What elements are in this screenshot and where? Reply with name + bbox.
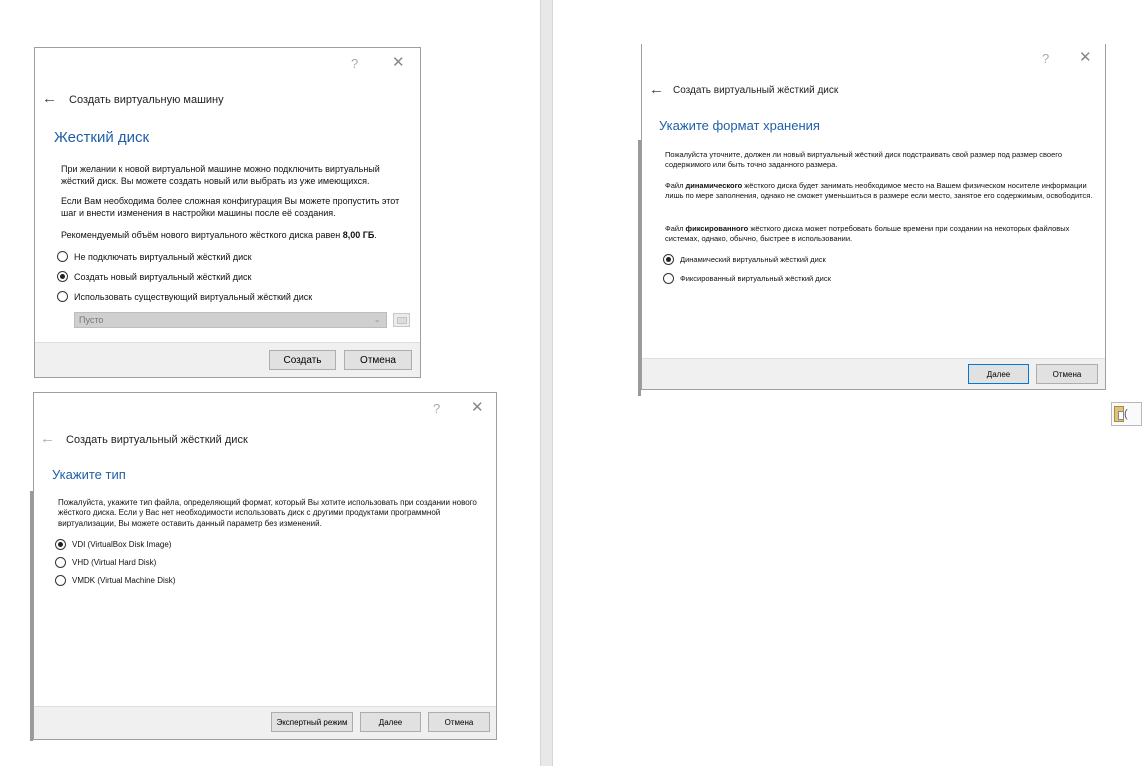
page-heading: Укажите формат хранения (659, 118, 820, 133)
radio-indicator (663, 273, 674, 284)
page-heading: Жесткий диск (54, 129, 150, 146)
cancel-button[interactable]: Отмена (428, 712, 490, 732)
wizard-title: Создать виртуальный жёсткий диск (673, 85, 839, 96)
paste-options-label: ( (1124, 408, 1128, 420)
back-arrow-icon[interactable]: ← (649, 81, 664, 98)
format-intro: Пожалуйста уточните, должен ли новый вир… (665, 150, 1062, 169)
expert-mode-button[interactable]: Экспертный режим (271, 712, 353, 732)
close-icon[interactable]: ✕ (1079, 48, 1092, 66)
wizard-title: Создать виртуальный жёсткий диск (66, 434, 248, 446)
radio-indicator (57, 251, 68, 262)
wizard-title: Создать виртуальную машину (69, 94, 224, 106)
choose-disk-folder-icon[interactable] (393, 313, 410, 327)
radio-vhd[interactable]: VHD (Virtual Hard Disk) (55, 557, 156, 568)
radio-indicator (55, 539, 66, 550)
radio-indicator (57, 271, 68, 282)
intro-paragraph: При желании к новой виртуальной машине м… (61, 164, 380, 186)
existing-disk-combobox[interactable]: Пусто ⌄ (74, 312, 387, 328)
radio-no-disk[interactable]: Не подключать виртуальный жёсткий диск (57, 251, 252, 262)
dialog-footer: Экспертный режим Далее Отмена (34, 706, 496, 739)
radio-fixed[interactable]: Фиксированный виртуальный жёсткий диск (663, 273, 831, 284)
fixed-description: Файл фиксированного жёсткого диска может… (665, 224, 1070, 243)
paste-options-widget[interactable]: ( (1111, 402, 1142, 426)
clipboard-icon (1114, 406, 1124, 422)
chevron-down-icon: ⌄ (373, 314, 381, 324)
dialog-footer: Далее Отмена (642, 358, 1105, 389)
back-arrow-icon[interactable]: ← (42, 90, 57, 107)
help-icon[interactable]: ? (433, 401, 440, 416)
radio-dynamic[interactable]: Динамический виртуальный жёсткий диск (663, 254, 826, 265)
next-button[interactable]: Далее (360, 712, 421, 732)
close-icon[interactable]: ✕ (392, 53, 405, 71)
config-paragraph: Если Вам необходима более сложная конфиг… (61, 196, 400, 218)
radio-indicator (663, 254, 674, 265)
help-icon[interactable]: ? (1042, 51, 1049, 66)
back-arrow-icon[interactable]: ← (40, 430, 55, 447)
dialog-disk-type: ? ✕ ← Создать виртуальный жёсткий диск У… (33, 392, 497, 740)
dialog-footer: Создать Отмена (35, 342, 420, 377)
recommended-size-text: Рекомендуемый объём нового виртуального … (61, 230, 377, 240)
create-button[interactable]: Создать (269, 350, 336, 370)
recommended-size-value: 8,00 ГБ (342, 230, 375, 240)
close-icon[interactable]: ✕ (471, 398, 484, 416)
dynamic-description: Файл динамического жёсткого диска будет … (665, 181, 1093, 200)
page-divider (540, 0, 553, 766)
help-icon[interactable]: ? (351, 56, 358, 71)
cancel-button[interactable]: Отмена (1036, 364, 1098, 384)
radio-vmdk[interactable]: VMDK (Virtual Machine Disk) (55, 575, 175, 586)
radio-indicator (55, 557, 66, 568)
dialog-hard-disk: ? ✕ ← Создать виртуальную машину Жесткий… (34, 47, 421, 378)
cancel-button[interactable]: Отмена (344, 350, 412, 370)
radio-vdi[interactable]: VDI (VirtualBox Disk Image) (55, 539, 171, 550)
dialog-storage-format: ? ✕ ← Создать виртуальный жёсткий диск У… (641, 44, 1106, 390)
radio-indicator (57, 291, 68, 302)
type-description: Пожалуйста, укажите тип файла, определяю… (58, 498, 477, 528)
page-heading: Укажите тип (52, 467, 126, 482)
radio-use-existing-disk[interactable]: Использовать существующий виртуальный жё… (57, 291, 312, 302)
radio-create-new-disk[interactable]: Создать новый виртуальный жёсткий диск (57, 271, 251, 282)
radio-indicator (55, 575, 66, 586)
next-button[interactable]: Далее (968, 364, 1029, 384)
